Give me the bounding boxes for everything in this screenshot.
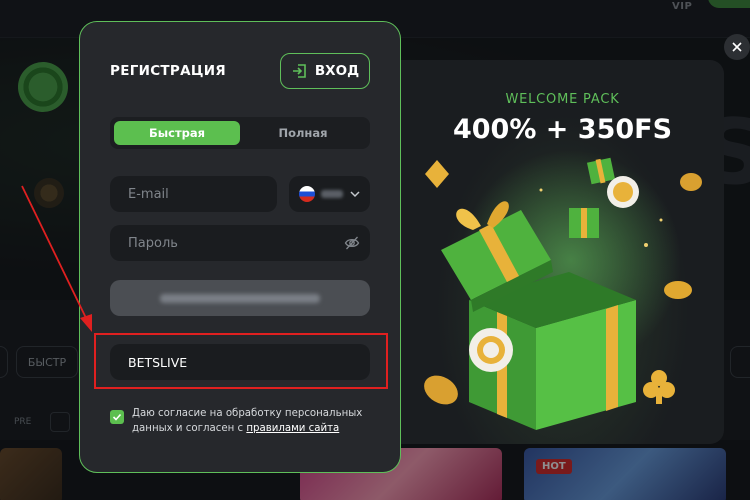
consent-row: Даю согласие на обработку персональных д…: [110, 406, 370, 436]
promo-title: 400% + 350FS: [452, 114, 673, 145]
casino-chip-icon: [469, 328, 513, 372]
password-input[interactable]: [128, 235, 330, 251]
russia-flag-icon: [299, 186, 315, 202]
close-modal-button[interactable]: [724, 34, 750, 60]
login-button-label: ВХОД: [314, 63, 360, 79]
promo-code-field[interactable]: [110, 344, 370, 380]
country-code-select[interactable]: [289, 176, 370, 212]
close-icon: [732, 42, 742, 52]
promo-subtitle: WELCOME PACK: [505, 92, 620, 107]
gift-box-icon: [424, 150, 702, 430]
email-input[interactable]: [128, 186, 277, 202]
consent-text: Даю согласие на обработку персональных д…: [132, 406, 370, 436]
checkmark-icon: [112, 413, 122, 421]
registration-modal: РЕГИСТРАЦИЯ ВХОД Быстрая Полная E-mail B…: [79, 21, 401, 473]
site-rules-link[interactable]: правилами сайта: [246, 423, 339, 434]
promo-code-input[interactable]: [128, 354, 370, 370]
country-code-value: [321, 190, 343, 198]
register-submit-button[interactable]: [110, 280, 370, 316]
tab-fast[interactable]: Быстрая: [114, 121, 240, 145]
modal-title: РЕГИСТРАЦИЯ: [110, 63, 226, 79]
welcome-pack-panel: WELCOME PACK 400% + 350FS: [401, 60, 724, 444]
login-button[interactable]: ВХОД: [280, 53, 370, 89]
tab-full[interactable]: Полная: [240, 121, 366, 145]
consent-checkbox[interactable]: [110, 410, 124, 424]
password-field[interactable]: [110, 225, 370, 261]
registration-type-tabs: Быстрая Полная: [110, 117, 370, 149]
email-field[interactable]: [110, 176, 277, 212]
eye-off-icon[interactable]: [344, 235, 360, 251]
chevron-down-icon: [349, 188, 361, 200]
submit-label-blurred: [160, 293, 320, 303]
login-icon: [292, 64, 306, 78]
